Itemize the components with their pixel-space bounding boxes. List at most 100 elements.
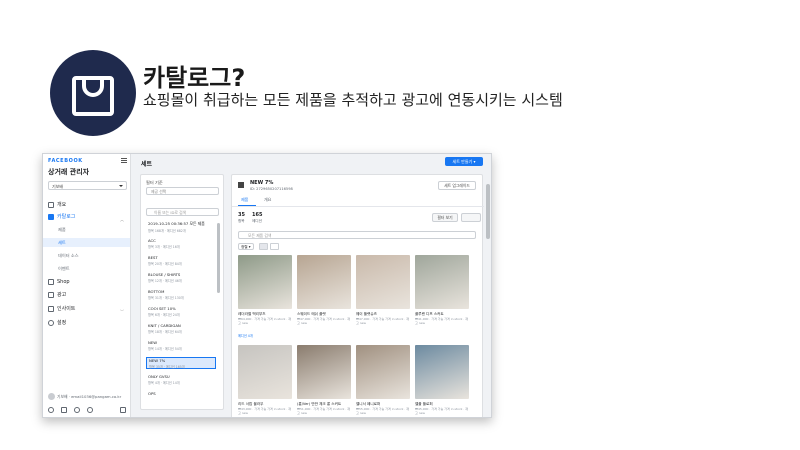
set-item-count: 항목 6개 · 에디션 24개 bbox=[148, 313, 180, 317]
nav-sub-sets[interactable]: 세트 bbox=[43, 238, 130, 247]
nav-label: 광고 bbox=[57, 292, 67, 298]
product-image[interactable] bbox=[238, 345, 292, 399]
nav-item-settings[interactable]: 설정 bbox=[43, 318, 130, 328]
variant-count: 165 bbox=[252, 212, 263, 218]
sidebar: FACEBOOK 상거래 관리자 기보배 개요 카탈로그 ︿ 제품 세트 데이터… bbox=[43, 154, 131, 417]
user-email: 기보배 · email1036@pangam.co.kr bbox=[57, 394, 122, 399]
set-list-item[interactable]: BEST 항목 20개 · 에디션 84개 bbox=[146, 255, 216, 267]
chart-icon bbox=[48, 306, 54, 312]
nav-item-ads[interactable]: 광고 bbox=[43, 290, 130, 300]
catalog-select[interactable]: 기보배 bbox=[48, 181, 127, 190]
set-list-item[interactable]: ACC 항목 3개 · 에디션 16개 bbox=[146, 238, 216, 250]
set-list-item[interactable]: KNIT / CARDIGAN 항목 18개 · 에디션 64개 bbox=[146, 323, 216, 335]
set-list-item[interactable]: COOI SET 10% 항목 6개 · 에디션 24개 bbox=[146, 306, 216, 318]
slide-title: 카탈로그? bbox=[143, 64, 246, 92]
set-item-name: KNIT / CARDIGAN bbox=[148, 323, 181, 328]
help-icon[interactable] bbox=[87, 407, 93, 413]
set-name: NEW 7% bbox=[250, 180, 274, 186]
scrollbar[interactable] bbox=[217, 223, 220, 293]
product-card[interactable]: 레더라벨 백리부츠 ₩64,900 · 가격 가능 가격 in stock · 재… bbox=[238, 255, 292, 338]
nav-item-overview[interactable]: 개요 bbox=[43, 200, 130, 210]
create-set-button[interactable]: 세트 만들기 ▾ bbox=[445, 157, 483, 166]
set-item-count: 항목 18개 · 에디션 64개 bbox=[148, 330, 182, 334]
set-item-count: 항목 31개 · 에디션 130개 bbox=[148, 296, 184, 300]
nav-sub-data-sources[interactable]: 데이터 소스 bbox=[43, 251, 130, 260]
product-card[interactable]: 벨플 플로퍼 ₩45,900 · 가격 가능 가격 in stock · 재고 n… bbox=[415, 345, 469, 417]
sets-list-panel: 필터 기준 제공 선택 이름 또는 ID로 검색 2019-10-25 00:3… bbox=[140, 174, 224, 410]
set-settings-button[interactable]: 세트 업그레이드 bbox=[438, 181, 476, 190]
nav-label: Shop bbox=[57, 279, 70, 285]
grid-view-toggle[interactable] bbox=[259, 243, 268, 250]
set-list-item[interactable]: OPS bbox=[146, 391, 216, 403]
product-image[interactable] bbox=[415, 345, 469, 399]
nav-item-catalog[interactable]: 카탈로그 ︿ bbox=[43, 212, 130, 222]
nav-label: 카탈로그 bbox=[57, 214, 76, 220]
slide: 카탈로그? 쇼핑몰이 취급하는 모든 제품을 추적하고 광고에 연동시키는 시스… bbox=[0, 0, 800, 450]
product-image[interactable] bbox=[356, 345, 410, 399]
set-item-count: 항목 3개 · 에디션 16개 bbox=[148, 245, 180, 249]
product-variants-link[interactable]: 에디션 4개 bbox=[238, 333, 253, 338]
filter-select[interactable]: 제공 선택 bbox=[146, 187, 219, 195]
brand-logo: FACEBOOK bbox=[48, 158, 83, 164]
notifications-icon[interactable] bbox=[61, 407, 67, 413]
catalog-grid-icon bbox=[238, 182, 244, 188]
set-list-item[interactable]: BLOUSE / SHIRTS 항목 12개 · 에디션 46개 bbox=[146, 272, 216, 284]
product-meta: ₩55,900 · 가격 가능 가격 in stock · 재고 new bbox=[356, 407, 410, 415]
set-item-name: NEW bbox=[148, 340, 157, 345]
catalog-grid-icon bbox=[48, 214, 54, 220]
shopping-bag-icon bbox=[50, 50, 136, 136]
chevron-down-icon bbox=[119, 185, 123, 187]
nav-item-shop[interactable]: Shop bbox=[43, 277, 130, 287]
product-image[interactable] bbox=[297, 345, 351, 399]
app-title: 상거래 관리자 bbox=[48, 168, 90, 176]
product-search-input[interactable]: 모든 제품 검색 bbox=[238, 231, 476, 239]
product-meta: ₩64,900 · 가격 가능 가격 in stock · 재고 new bbox=[238, 317, 292, 325]
user-account[interactable]: 기보배 · email1036@pangam.co.kr bbox=[48, 392, 127, 401]
nav-sub-events[interactable]: 이벤트 bbox=[43, 264, 130, 273]
product-image[interactable] bbox=[297, 255, 351, 309]
tab-products[interactable]: 제품 bbox=[241, 197, 248, 203]
nav-item-insights[interactable]: 인사이트 ﹀ bbox=[43, 304, 130, 314]
chevron-down-icon: ﹀ bbox=[120, 309, 124, 314]
product-meta: ₩47,900 · 가격 가능 가격 in stock · 재고 new bbox=[356, 317, 410, 325]
report-icon[interactable] bbox=[120, 407, 126, 413]
product-card[interactable]: 웨이 플랫슈즈 ₩47,900 · 가격 가능 가격 in stock · 재고 … bbox=[356, 255, 410, 338]
scrollbar[interactable] bbox=[486, 184, 490, 239]
view-filter-button[interactable]: 필터 보기 bbox=[432, 213, 458, 222]
set-list-item[interactable]: 2019-10-25 00:36:57 모든 제품 항목 168개 · 에디션 6… bbox=[146, 221, 216, 233]
avatar bbox=[48, 393, 55, 400]
set-list-item[interactable]: BOTTOM 항목 31개 · 에디션 130개 bbox=[146, 289, 216, 301]
product-image[interactable] bbox=[415, 255, 469, 309]
product-card[interactable]: (롱/Ver) 반반 체크 롱 스커트 ₩51,900 · 가격 가능 가격 in… bbox=[297, 345, 351, 417]
product-image[interactable] bbox=[356, 255, 410, 309]
catalog-select-value: 기보배 bbox=[52, 184, 64, 189]
list-view-toggle[interactable] bbox=[270, 243, 279, 250]
set-list-item[interactable]: NEW 7% 항목 35개 · 에디션 165개 bbox=[146, 357, 216, 369]
product-meta: ₩45,900 · 가격 가능 가격 in stock · 재고 new bbox=[415, 407, 469, 415]
slide-subtitle: 쇼핑몰이 취급하는 모든 제품을 추적하고 광고에 연동시키는 시스템 bbox=[143, 91, 563, 109]
set-item-name: NEW 7% bbox=[149, 358, 166, 363]
tab-overview[interactable]: 개요 bbox=[264, 197, 271, 203]
nav-sub-products[interactable]: 제품 bbox=[43, 225, 130, 234]
home-icon bbox=[48, 202, 54, 208]
filter-label: 필터 기준 bbox=[146, 180, 163, 185]
set-item-name: BEST bbox=[148, 255, 158, 260]
nav-label: 개요 bbox=[57, 202, 67, 208]
menu-icon[interactable] bbox=[121, 158, 127, 163]
set-item-count: 항목 168개 · 에디션 682개 bbox=[148, 229, 186, 233]
set-list-item[interactable]: NEW 항목 14개 · 에디션 54개 bbox=[146, 340, 216, 352]
set-list-item[interactable]: ONLY GVSU 항목 4개 · 에디션 14개 bbox=[146, 374, 216, 386]
settings-icon[interactable] bbox=[48, 407, 54, 413]
product-meta: ₩41,900 · 가격 가능 가격 in stock · 재고 new bbox=[415, 317, 469, 325]
sets-search-input[interactable]: 이름 또는 ID로 검색 bbox=[146, 208, 219, 216]
product-card[interactable]: 리드 서랍 블라우 ₩43,900 · 가격 가능 가격 in stock · 재… bbox=[238, 345, 292, 417]
product-card[interactable]: 벨니서 페니로퍼 ₩55,900 · 가격 가능 가격 in stock · 재고… bbox=[356, 345, 410, 417]
product-card[interactable]: 플루랜 디프 스커트 ₩41,900 · 가격 가능 가격 in stock · … bbox=[415, 255, 469, 338]
product-image[interactable] bbox=[238, 255, 292, 309]
shop-icon bbox=[48, 279, 54, 285]
search-icon[interactable] bbox=[74, 407, 80, 413]
product-card[interactable]: 스웨이드 메쉬 플랫 ₩47,900 · 가격 가능 가격 in stock · … bbox=[297, 255, 351, 338]
sort-dropdown[interactable]: 정렬 ▾ bbox=[238, 243, 254, 250]
set-item-count: 항목 14개 · 에디션 54개 bbox=[148, 347, 182, 351]
set-item-name: COOI SET 10% bbox=[148, 306, 176, 311]
